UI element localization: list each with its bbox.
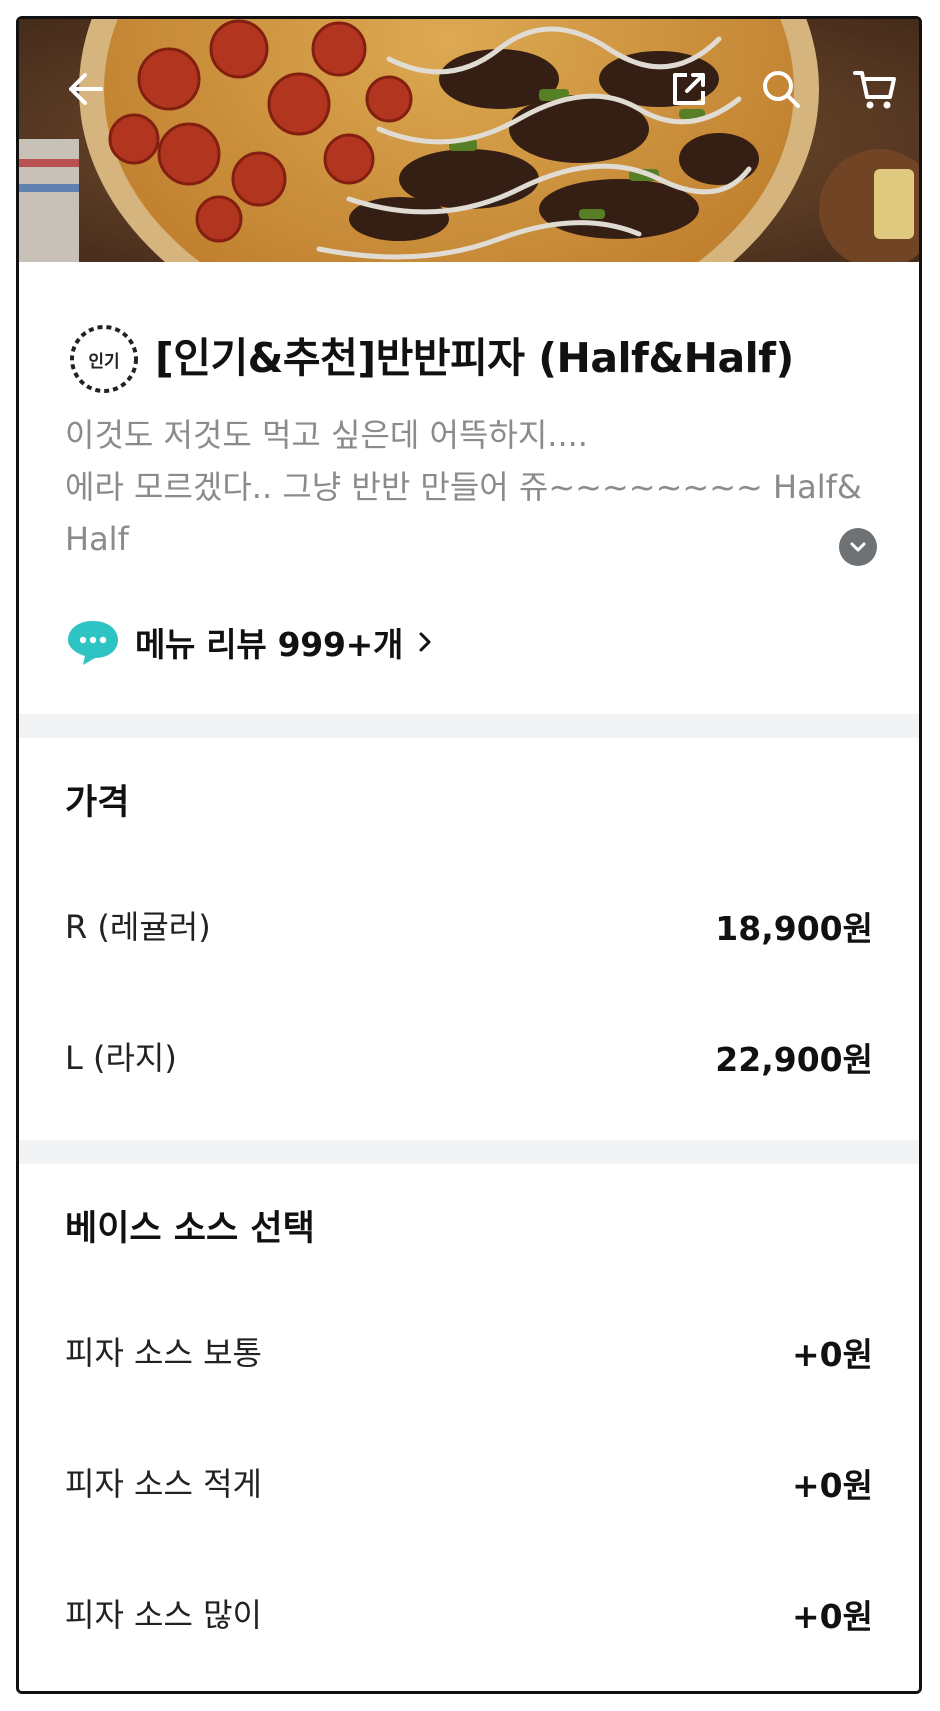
menu-description: 이것도 저것도 먹고 싶은데 어뜩하지.... 에라 모르겠다.. 그냥 반반 … — [65, 409, 862, 565]
expand-description-button[interactable] — [839, 528, 877, 566]
search-button[interactable] — [751, 59, 811, 119]
badge-label: 인기 — [88, 351, 120, 372]
chevron-right-icon — [419, 632, 431, 652]
sauce-option-more[interactable]: 피자 소스 많이 +0원 — [19, 1568, 919, 1658]
option-label: 피자 소스 많이 — [65, 1596, 262, 1634]
description-line: Half — [65, 520, 129, 558]
option-price: 18,900원 — [715, 909, 873, 948]
description-line: 에라 모르겠다.. 그냥 반반 만들어 쥬~~~~~~~~ Half& — [65, 468, 862, 506]
option-label: R (레귤러) — [65, 908, 211, 946]
search-icon — [763, 71, 800, 108]
menu-title: [인기&추천]반반피자 (Half&Half) — [155, 334, 794, 382]
sauce-option-less[interactable]: 피자 소스 적게 +0원 — [19, 1437, 919, 1527]
option-price: +0원 — [792, 1335, 873, 1374]
base-sauce-section: 베이스 소스 선택 피자 소스 보통 +0원 피자 소스 적게 +0원 피자 소… — [19, 1164, 919, 1691]
option-label: 피자 소스 적게 — [65, 1465, 262, 1503]
menu-review-link[interactable]: 메뉴 리뷰 999+개 — [65, 614, 435, 670]
section-divider — [19, 1140, 919, 1164]
price-option-large[interactable]: L (라지) 22,900원 — [19, 1011, 919, 1101]
sauce-option-normal[interactable]: 피자 소스 보통 +0원 — [19, 1306, 919, 1396]
option-label: 피자 소스 보통 — [65, 1334, 262, 1372]
share-icon — [673, 73, 705, 105]
description-line: 이것도 저것도 먹고 싶은데 어뜩하지.... — [65, 416, 588, 454]
section-divider — [19, 714, 919, 738]
phone-frame: 인기 [인기&추천]반반피자 (Half&Half) 이것도 저것도 먹고 싶은… — [16, 16, 922, 1694]
sauce-section-title: 베이스 소스 선택 — [65, 1209, 315, 1249]
popular-badge: 인기 — [67, 322, 141, 396]
review-count-label: 메뉴 리뷰 999+개 — [135, 625, 404, 664]
share-button[interactable] — [659, 59, 719, 119]
option-price: +0원 — [792, 1597, 873, 1636]
option-price: +0원 — [792, 1466, 873, 1505]
menu-info-section: 인기 [인기&추천]반반피자 (Half&Half) 이것도 저것도 먹고 싶은… — [19, 262, 919, 714]
back-button[interactable] — [55, 59, 115, 119]
speech-bubble-icon — [68, 621, 118, 665]
option-label: L (라지) — [65, 1039, 177, 1077]
price-section-title: 가격 — [65, 783, 130, 823]
price-section: 가격 R (레귤러) 18,900원 L (라지) 22,900원 — [19, 738, 919, 1140]
cart-button[interactable] — [845, 59, 905, 119]
option-price: 22,900원 — [715, 1040, 873, 1079]
top-navigation-bar — [19, 19, 919, 149]
chevron-down-icon — [850, 542, 866, 552]
cart-icon — [853, 71, 896, 109]
price-option-regular[interactable]: R (레귤러) 18,900원 — [19, 880, 919, 970]
arrow-left-icon — [69, 73, 103, 105]
